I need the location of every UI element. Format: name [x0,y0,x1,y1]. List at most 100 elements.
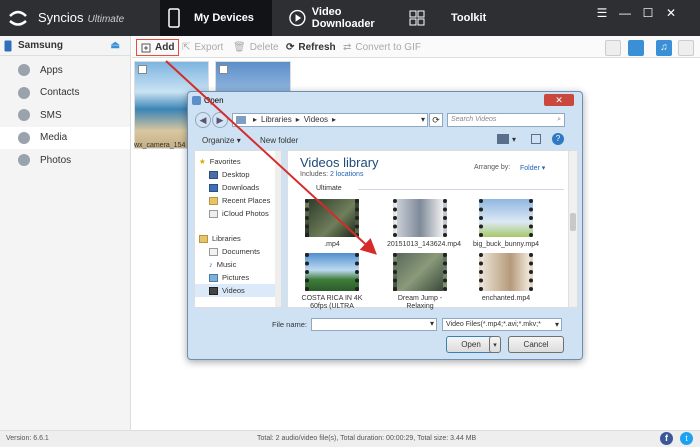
tab-video-downloader[interactable]: Video Downloader [283,0,401,36]
tab-my-devices[interactable]: My Devices [160,0,272,36]
delete-button[interactable]: 🗑 Delete [233,39,279,56]
dropdown-arrow-icon[interactable]: ▾ [555,319,559,331]
contacts-icon [18,86,30,99]
file-item[interactable]: .mp4 [299,199,365,248]
dialog-nav-pane: ★ Favorites Desktop Downloads Recent Plac… [194,150,282,308]
add-button[interactable]: Add [136,39,180,56]
toolkit-grid-icon [409,10,425,26]
arrange-by-dropdown[interactable]: Folder ▾ [520,164,545,172]
app-title: Syncios Ultimate [38,10,125,25]
dropdown-arrow-icon[interactable]: ▾ [430,319,434,328]
nav-item-downloads[interactable]: Downloads [195,181,281,194]
file-item[interactable]: Dream Jump - Relaxing [387,253,453,311]
select-checkbox[interactable] [138,65,147,74]
video-thumbnail [393,199,447,237]
search-icon: ⌕ [557,116,561,123]
select-checkbox[interactable] [219,65,228,74]
breadcrumb-item[interactable]: Libraries [261,115,292,124]
video-icon[interactable] [678,40,694,56]
nav-libraries-header[interactable]: Libraries [195,232,281,245]
help-icon[interactable]: ? [552,133,564,145]
nav-item-desktop[interactable]: Desktop [195,168,281,181]
export-icon: ⇱ [182,42,191,53]
organize-menu[interactable]: Organize ▾ [202,136,241,145]
device-selector[interactable]: Samsung ⏏ [0,36,130,56]
sidebar-item-label: Apps [40,64,63,76]
nav-scrollbar[interactable] [275,151,281,307]
tab-label: Video Downloader [311,6,375,30]
sidebar-item-label: Media [40,132,68,144]
play-icon [289,9,306,27]
file-list-scrollbar[interactable] [568,151,577,307]
sidebar-item-label: Contacts [40,87,80,99]
file-name-input[interactable]: ▾ [311,318,437,331]
nav-favorites-header[interactable]: ★ Favorites [195,155,281,168]
video-thumbnail [479,253,533,291]
sidebar-item-sms[interactable]: SMS [0,104,130,127]
sidebar-item-photos[interactable]: Photos [0,149,130,172]
locations-link[interactable]: 2 locations [330,171,363,178]
sidebar-item-contacts[interactable]: Contacts [0,82,130,105]
nav-item-icloud-photos[interactable]: iCloud Photos [195,207,281,220]
convert-gif-button[interactable]: ⇄ Convert to GIF [343,39,421,56]
eject-icon[interactable]: ⏏ [111,40,120,51]
minimize-icon[interactable]: — [617,5,633,21]
menu-icon[interactable]: ☰ [594,5,610,21]
new-folder-button[interactable]: New folder [260,136,298,145]
cancel-button[interactable]: Cancel [508,336,564,353]
apps-icon [18,64,30,77]
dialog-title: Open [204,96,224,105]
dialog-close-button[interactable]: ✕ [544,94,574,106]
refresh-button[interactable]: ⟳ Refresh [286,39,336,56]
recent-places-icon [209,196,218,205]
maximize-icon[interactable]: ☐ [640,5,656,21]
tab-toolkit[interactable]: Toolkit [407,0,497,36]
sidebar-item-media[interactable]: Media [0,126,130,149]
forward-button[interactable]: ▶ [212,112,228,128]
dialog-command-bar: Organize ▾ New folder ▾ ? [192,132,578,148]
music-icon[interactable]: ♫ [656,40,672,56]
back-button[interactable]: ◀ [195,112,211,128]
nav-item-music[interactable]: ♪ Music [195,258,281,271]
file-item[interactable]: 20151013_143624.mp4 [387,199,461,248]
file-type-select[interactable]: Video Files(*.mp4;*.avi;*.mkv;* ▾ [442,318,562,331]
view-options-icon[interactable] [497,134,509,144]
search-videos-input[interactable]: Search Videos ⌕ [447,113,565,127]
export-button[interactable]: ⇱ Export [182,39,223,56]
nav-item-recent-places[interactable]: Recent Places [195,194,281,207]
close-icon[interactable]: ✕ [663,5,679,21]
view-dropdown-icon[interactable]: ▾ [512,135,516,144]
facebook-icon[interactable]: f [660,432,673,445]
nav-item-pictures[interactable]: Pictures [195,271,281,284]
sms-icon [18,109,30,122]
twitter-icon[interactable]: t [680,432,693,445]
file-name: Dream Jump - Relaxing [397,295,443,310]
library-title: Videos library [300,155,379,170]
phone-icon [4,40,12,51]
media-icon [18,131,30,144]
scrollbar-thumb[interactable] [570,213,576,231]
convert-icon: ⇄ [343,42,352,53]
music-note-icon: ♪ [209,260,213,269]
open-file-dialog: Open ✕ ◀ ▶ ▸ Libraries ▸ Videos ▸ ▾ ⟳ Search… [187,91,583,360]
video-thumbnail [305,199,359,237]
address-dropdown-icon[interactable]: ▾ [421,114,425,126]
file-item[interactable]: enchanted.mp4 [473,253,539,302]
title-bar: Syncios Ultimate My Devices Video Downloa… [0,0,700,36]
phone-icon [168,8,180,28]
list-view-icon[interactable] [605,40,621,56]
file-item[interactable]: COSTA RICA IN 4K 60fps (ULTRA [299,253,365,311]
address-bar[interactable]: ▸ Libraries ▸ Videos ▸ ▾ [232,113,428,127]
refresh-address-button[interactable]: ⟳ [429,113,443,127]
refresh-icon: ⟳ [286,42,295,53]
nav-item-videos[interactable]: Videos [195,284,281,297]
file-item[interactable]: big_buck_bunny.mp4 [473,199,539,248]
sidebar-item-apps[interactable]: Apps [0,59,130,82]
preview-pane-icon[interactable] [531,134,541,144]
video-thumbnail [479,199,533,237]
breadcrumb-item[interactable]: Videos [304,115,328,124]
group-label: Ultimate [316,185,342,192]
open-dropdown-button[interactable]: ▾ [489,336,501,353]
nav-item-documents[interactable]: Documents [195,245,281,258]
grid-view-icon[interactable] [628,40,644,56]
